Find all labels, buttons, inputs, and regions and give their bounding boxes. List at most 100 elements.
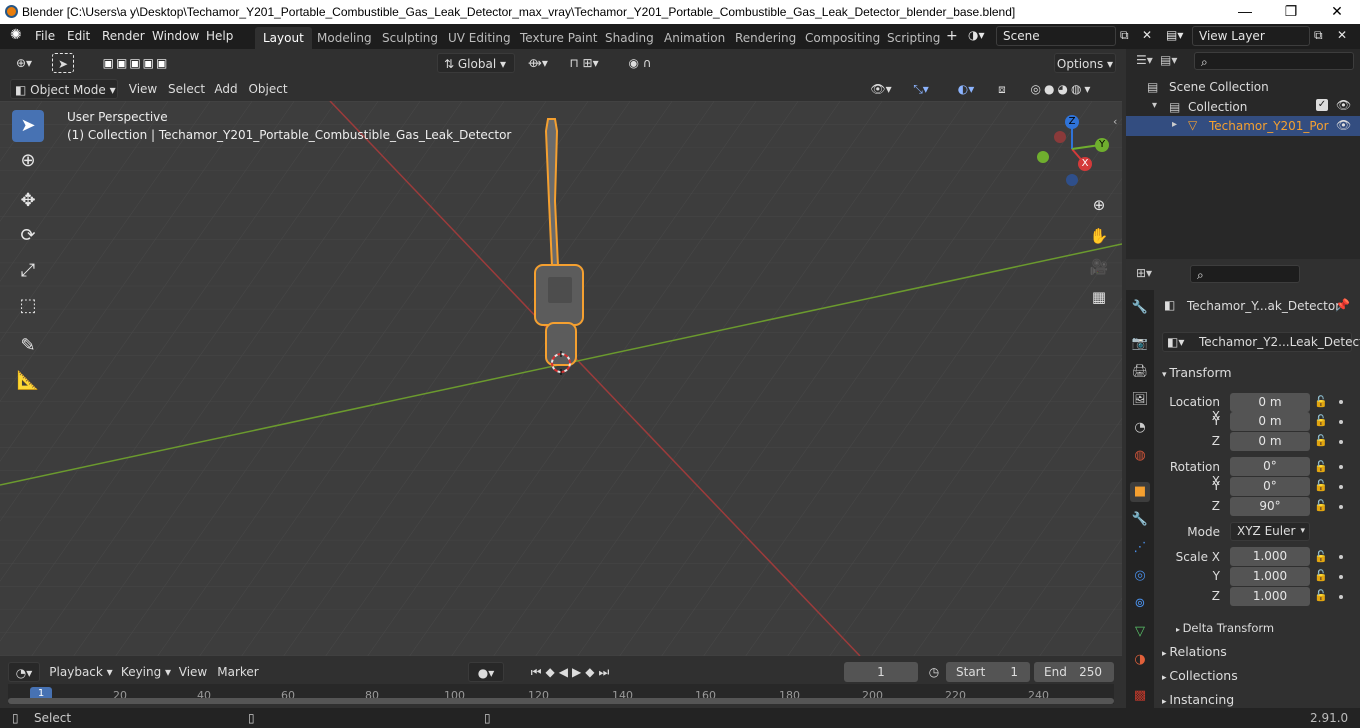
location-y-field[interactable]: 0 m xyxy=(1230,412,1310,431)
measure-tool-icon[interactable]: 📐 xyxy=(12,365,44,397)
texture-tab-icon[interactable]: ▩ xyxy=(1130,686,1150,706)
lock-icon[interactable]: 🔓 xyxy=(1314,499,1328,512)
scale-y-field[interactable]: 1.000 xyxy=(1230,567,1310,586)
render-tab-icon[interactable]: 📷 xyxy=(1130,334,1150,354)
particles-tab-icon[interactable]: ⋰ xyxy=(1130,538,1150,558)
remove-view-layer-icon[interactable]: ✕ xyxy=(1337,28,1347,42)
maximize-button[interactable]: ❐ xyxy=(1268,0,1314,24)
gizmo-toggle-icon[interactable]: ⤡▾ xyxy=(902,79,940,99)
menu-object[interactable]: Object xyxy=(248,79,288,99)
menu-file[interactable]: File xyxy=(35,29,55,43)
pan-hand-icon[interactable]: ✋ xyxy=(1086,223,1112,249)
record-button[interactable]: ●▾ xyxy=(468,662,504,682)
collections-header[interactable]: ▸ Collections xyxy=(1162,668,1238,683)
object-visibility-icon[interactable]: 👁 xyxy=(1336,118,1351,132)
tab-texture-paint[interactable]: Texture Paint xyxy=(512,27,605,49)
clock-icon[interactable]: ◷ xyxy=(924,662,944,682)
rotation-mode-dropdown[interactable]: XYZ Euler ▾ xyxy=(1230,522,1310,541)
properties-search-input[interactable]: ⌕ xyxy=(1190,265,1300,283)
instancing-header[interactable]: ▸ Instancing xyxy=(1162,692,1234,707)
timeline-view-menu[interactable]: View xyxy=(178,662,208,682)
lock-icon[interactable]: 🔓 xyxy=(1314,589,1328,602)
tab-compositing[interactable]: Compositing xyxy=(797,27,888,49)
transform-tool-icon[interactable]: ⬚ xyxy=(12,290,44,322)
select-box-icon[interactable]: ➤ xyxy=(52,53,74,73)
current-frame-field[interactable]: 1 xyxy=(844,662,918,682)
lock-icon[interactable]: 🔓 xyxy=(1314,460,1328,473)
display-mode-icon[interactable]: ▤▾ xyxy=(1160,53,1177,67)
outliner-row-selected[interactable]: ▸ ▽ Techamor_Y201_Por 👁 xyxy=(1126,116,1360,136)
expand-object-icon[interactable]: ▸ xyxy=(1172,119,1177,130)
pin-icon[interactable]: 📌 xyxy=(1335,298,1350,312)
minimize-button[interactable]: — xyxy=(1222,0,1268,24)
gizmo-x[interactable]: X xyxy=(1078,157,1092,171)
gizmo-y[interactable]: Y xyxy=(1095,138,1109,152)
scale-tool-icon[interactable]: ⤢ xyxy=(12,255,44,287)
new-scene-icon[interactable]: ⧉ xyxy=(1120,28,1129,43)
menu-help[interactable]: Help xyxy=(206,29,233,43)
tab-rendering[interactable]: Rendering xyxy=(727,27,804,49)
scale-x-field[interactable]: 1.000 xyxy=(1230,547,1310,566)
data-tab-icon[interactable]: ▽ xyxy=(1130,622,1150,642)
orientation-dropdown[interactable]: ⇅ Global ▾ xyxy=(437,53,515,73)
new-view-layer-icon[interactable]: ⧉ xyxy=(1314,28,1323,43)
3d-viewport[interactable]: User Perspective (1) Collection | Techam… xyxy=(0,101,1122,656)
menu-view[interactable]: View xyxy=(128,79,158,99)
lock-icon[interactable]: 🔓 xyxy=(1314,569,1328,582)
selection-mode-icons[interactable]: ▣▣▣▣▣ xyxy=(88,53,184,73)
blender-menu-icon[interactable]: ✺ xyxy=(10,27,22,43)
scale-z-field[interactable]: 1.000 xyxy=(1230,587,1310,606)
keyframe-dot[interactable] xyxy=(1339,400,1343,404)
tab-sculpting[interactable]: Sculpting xyxy=(374,27,446,49)
collection-checkbox[interactable]: ✓ xyxy=(1316,99,1328,111)
material-tab-icon[interactable]: ◑ xyxy=(1130,650,1150,670)
keyframe-dot[interactable] xyxy=(1339,505,1343,509)
keyframe-dot[interactable] xyxy=(1339,555,1343,559)
options-dropdown[interactable]: Options ▾ xyxy=(1054,53,1116,73)
view-layer-tab-icon[interactable]: 🖼 xyxy=(1130,390,1150,410)
rotation-y-field[interactable]: 0° xyxy=(1230,477,1310,496)
tab-shading[interactable]: Shading xyxy=(597,27,662,49)
lock-icon[interactable]: 🔓 xyxy=(1314,395,1328,408)
end-frame-field[interactable]: End 250 xyxy=(1034,662,1114,682)
timeline-editor-icon[interactable]: ◔▾ xyxy=(8,662,40,682)
world-tab-icon[interactable]: ◍ xyxy=(1130,446,1150,466)
mode-dropdown[interactable]: ◧ Object Mode ▾ xyxy=(10,79,118,99)
lock-icon[interactable]: 🔓 xyxy=(1314,550,1328,563)
location-z-field[interactable]: 0 m xyxy=(1230,432,1310,451)
view-layer-field[interactable]: View Layer xyxy=(1192,26,1310,46)
keyframe-dot[interactable] xyxy=(1339,420,1343,424)
view-layer-icon[interactable]: ▤▾ xyxy=(1166,28,1183,42)
scene-tab-icon[interactable]: ◔ xyxy=(1130,418,1150,438)
menu-add[interactable]: Add xyxy=(212,79,240,99)
output-tab-icon[interactable]: 🖨 xyxy=(1130,362,1150,382)
keyframe-dot[interactable] xyxy=(1339,595,1343,599)
camera-icon[interactable]: 🎥 xyxy=(1086,254,1112,280)
marker-menu[interactable]: Marker xyxy=(216,662,260,682)
object-tab-icon[interactable]: ■ xyxy=(1130,482,1150,502)
editor-type-icon[interactable]: ⊕▾ xyxy=(8,53,40,73)
keyframe-dot[interactable] xyxy=(1339,485,1343,489)
tab-animation[interactable]: Animation xyxy=(656,27,733,49)
keyframe-dot[interactable] xyxy=(1339,575,1343,579)
outliner-search-input[interactable]: ⌕ xyxy=(1194,52,1354,70)
snap-icon[interactable]: ⊓ ⊞▾ xyxy=(558,53,610,73)
delta-transform-header[interactable]: ▸ Delta Transform xyxy=(1176,621,1274,635)
keyframe-dot[interactable] xyxy=(1339,440,1343,444)
scene-collection-label[interactable]: Scene Collection xyxy=(1169,80,1269,94)
close-button[interactable]: ✕ xyxy=(1314,0,1360,24)
expand-collection-icon[interactable]: ▾ xyxy=(1152,100,1157,111)
tab-modeling[interactable]: Modeling xyxy=(309,27,380,49)
keying-menu[interactable]: Keying ▾ xyxy=(118,662,174,682)
move-tool-icon[interactable]: ✥ xyxy=(12,185,44,217)
modifier-tab-icon[interactable]: 🔧 xyxy=(1130,510,1150,530)
scene-selector-icon[interactable]: ◑▾ xyxy=(968,28,985,42)
start-frame-field[interactable]: Start 1 xyxy=(946,662,1030,682)
select-tool-icon[interactable]: ➤ xyxy=(12,110,44,142)
menu-render[interactable]: Render xyxy=(102,29,145,43)
menu-select[interactable]: Select xyxy=(168,79,205,99)
xray-toggle-icon[interactable]: ⧈ xyxy=(992,79,1012,99)
transform-header[interactable]: ▾ Transform xyxy=(1162,365,1232,380)
sidebar-toggle-icon[interactable]: ‹ xyxy=(1113,115,1117,128)
menu-window[interactable]: Window xyxy=(152,29,199,43)
